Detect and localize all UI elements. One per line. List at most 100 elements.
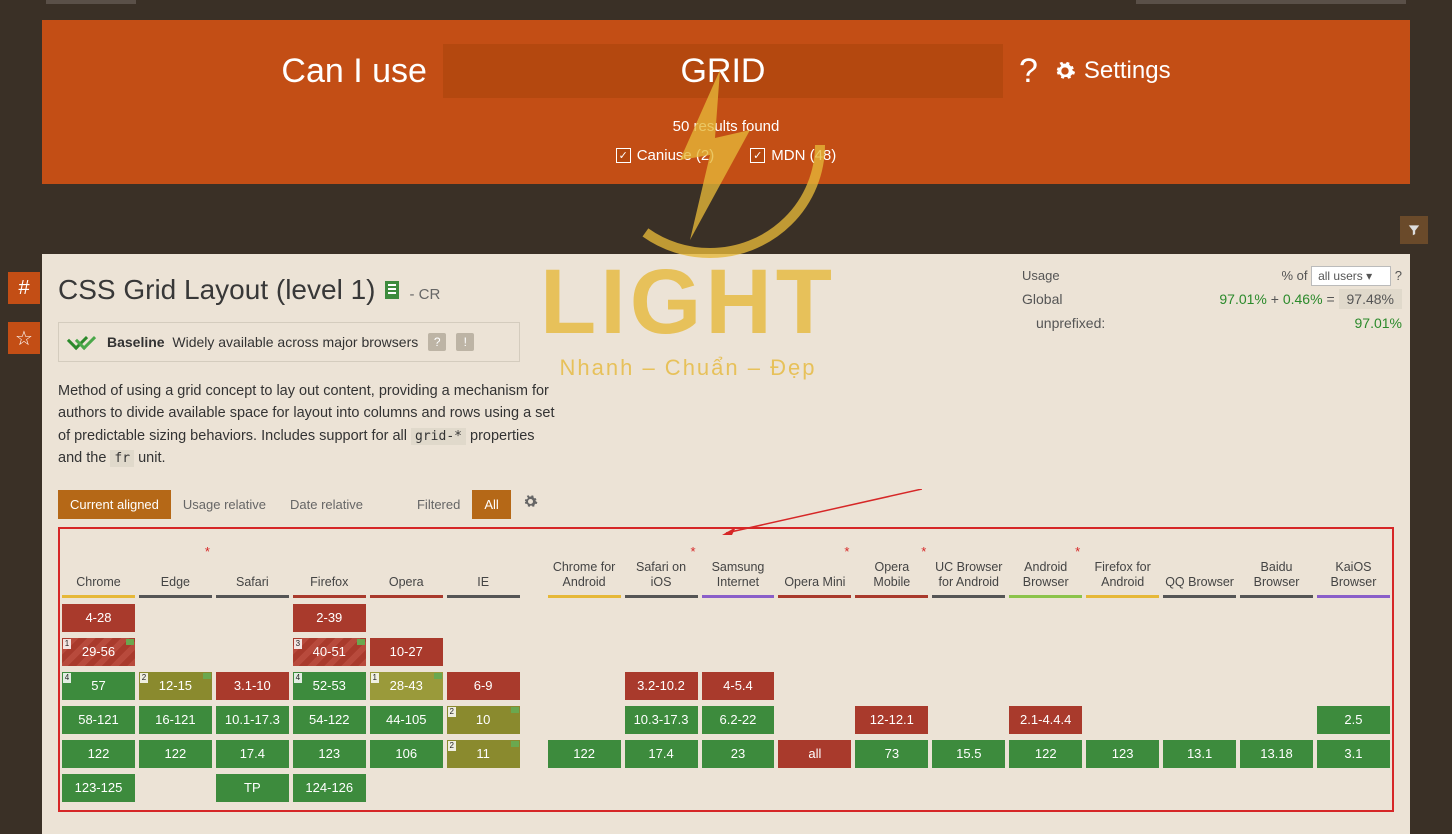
support-cell[interactable]: 2.1-4.4.4: [1009, 706, 1082, 734]
tab-filtered[interactable]: Filtered: [405, 490, 472, 519]
browser-header[interactable]: Chrome: [62, 537, 135, 595]
support-cell[interactable]: 6.2-22: [702, 706, 775, 734]
support-cell: [1086, 638, 1159, 666]
tab-usage-relative[interactable]: Usage relative: [171, 490, 278, 519]
support-cell[interactable]: 40-513: [293, 638, 366, 666]
support-cell[interactable]: 122: [548, 740, 621, 768]
support-cell[interactable]: 28-431: [370, 672, 443, 700]
browser-header[interactable]: IE: [447, 537, 520, 595]
support-cell[interactable]: 15.5: [932, 740, 1005, 768]
browser-header[interactable]: Safari: [216, 537, 289, 595]
filter-caniuse[interactable]: ✓Caniuse (2): [616, 147, 715, 164]
support-cell[interactable]: 13.18: [1240, 740, 1313, 768]
usage-help[interactable]: ?: [1395, 268, 1402, 283]
support-cell: [855, 774, 928, 802]
baseline-info-icon[interactable]: !: [456, 333, 474, 351]
support-cell[interactable]: 6-9: [447, 672, 520, 700]
support-cell[interactable]: 23: [702, 740, 775, 768]
settings-button[interactable]: Settings: [1054, 57, 1171, 85]
support-cell[interactable]: 3.2-10.2: [625, 672, 698, 700]
browser-column: Opera Mobile* 12-12.1 73: [855, 537, 928, 808]
support-cell[interactable]: 112: [447, 740, 520, 768]
support-cell[interactable]: 122: [62, 740, 135, 768]
support-cell[interactable]: 4-5.4: [702, 672, 775, 700]
baseline-help-icon[interactable]: ?: [428, 333, 446, 351]
support-cell[interactable]: 574: [62, 672, 135, 700]
support-cell[interactable]: 58-121: [62, 706, 135, 734]
usage-unprefixed-label: unprefixed:: [1022, 315, 1105, 331]
support-cell[interactable]: 102: [447, 706, 520, 734]
support-cell[interactable]: 16-121: [139, 706, 212, 734]
support-cell[interactable]: 10.1-17.3: [216, 706, 289, 734]
support-cell[interactable]: 2.5: [1317, 706, 1390, 734]
browser-header[interactable]: UC Browser for Android: [932, 537, 1005, 595]
browser-header[interactable]: Baidu Browser: [1240, 537, 1313, 595]
support-cell[interactable]: 10.3-17.3: [625, 706, 698, 734]
filter-toggle-button[interactable]: [1400, 216, 1428, 244]
feature-status: - CR: [409, 286, 440, 303]
browser-header[interactable]: QQ Browser: [1163, 537, 1236, 595]
browser-header[interactable]: Opera Mini*: [778, 537, 851, 595]
support-cell[interactable]: 3.1-10: [216, 672, 289, 700]
browser-header[interactable]: Firefox for Android: [1086, 537, 1159, 595]
support-cell[interactable]: 2-39: [293, 604, 366, 632]
support-cell[interactable]: 17.4: [216, 740, 289, 768]
browser-header[interactable]: KaiOS Browser: [1317, 537, 1390, 595]
support-cell[interactable]: 17.4: [625, 740, 698, 768]
browser-header[interactable]: Firefox: [293, 537, 366, 595]
browser-header[interactable]: Opera: [370, 537, 443, 595]
support-cell[interactable]: 123: [293, 740, 366, 768]
browser-header[interactable]: Android Browser*: [1009, 537, 1082, 595]
browser-color-bar: [778, 595, 851, 598]
support-cell[interactable]: 3.1: [1317, 740, 1390, 768]
table-settings-button[interactable]: [523, 494, 538, 514]
support-cell: [1240, 604, 1313, 632]
support-cell: [778, 604, 851, 632]
support-cell[interactable]: 29-561: [62, 638, 135, 666]
tab-date-relative[interactable]: Date relative: [278, 490, 375, 519]
support-cell[interactable]: 122: [1009, 740, 1082, 768]
browser-header[interactable]: Opera Mobile*: [855, 537, 928, 595]
support-cell[interactable]: 4-28: [62, 604, 135, 632]
funnel-icon: [1407, 223, 1421, 237]
filter-mdn[interactable]: ✓MDN (48): [750, 147, 836, 164]
support-cell: [778, 672, 851, 700]
search-input[interactable]: [443, 44, 1003, 98]
support-cell: [1317, 604, 1390, 632]
support-cell[interactable]: 123: [1086, 740, 1159, 768]
spec-icon[interactable]: [385, 281, 399, 299]
support-cell[interactable]: all: [778, 740, 851, 768]
usage-selector[interactable]: all users ▾: [1311, 266, 1391, 286]
browser-header[interactable]: Samsung Internet: [702, 537, 775, 595]
star-button[interactable]: ☆: [8, 322, 40, 354]
baseline-check-icon: [73, 333, 97, 351]
support-cell: [1163, 672, 1236, 700]
support-cell[interactable]: 12-152: [139, 672, 212, 700]
support-cell[interactable]: 13.1: [1163, 740, 1236, 768]
feature-panel: CSS Grid Layout (level 1) - CR Baseline …: [42, 254, 1410, 834]
support-cell: [855, 604, 928, 632]
support-cell[interactable]: 54-122: [293, 706, 366, 734]
support-cell[interactable]: 12-12.1: [855, 706, 928, 734]
support-cell[interactable]: 73: [855, 740, 928, 768]
flag-icon: [434, 673, 442, 679]
hash-button[interactable]: #: [8, 272, 40, 304]
support-cell[interactable]: 124-126: [293, 774, 366, 802]
note-tag: 1: [63, 639, 71, 649]
support-cell[interactable]: 52-534: [293, 672, 366, 700]
help-link[interactable]: ?: [1019, 52, 1038, 91]
support-cell[interactable]: 123-125: [62, 774, 135, 802]
support-cell: [1240, 774, 1313, 802]
support-cell[interactable]: 10-27: [370, 638, 443, 666]
browser-header[interactable]: Safari on iOS*: [625, 537, 698, 595]
support-cell[interactable]: 122: [139, 740, 212, 768]
support-cell[interactable]: 44-105: [370, 706, 443, 734]
tab-current-aligned[interactable]: Current aligned: [58, 490, 171, 519]
support-cell[interactable]: TP: [216, 774, 289, 802]
browser-header[interactable]: Chrome for Android: [548, 537, 621, 595]
support-cell[interactable]: 106: [370, 740, 443, 768]
browser-header[interactable]: Edge*: [139, 537, 212, 595]
support-cell: [548, 672, 621, 700]
tab-all[interactable]: All: [472, 490, 510, 519]
note-star-icon: *: [205, 545, 210, 560]
